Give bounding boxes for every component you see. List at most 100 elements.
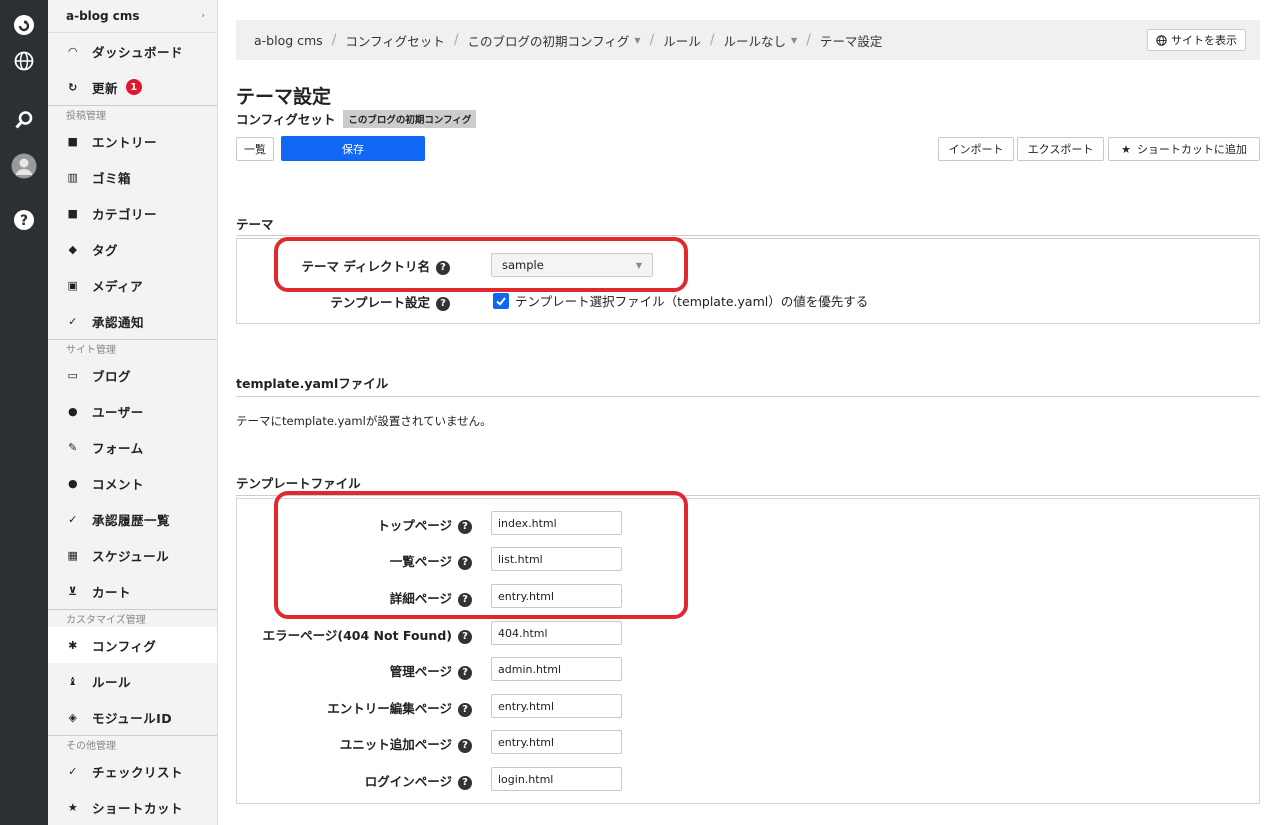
sidebar-item-form[interactable]: ✎ フォーム	[48, 429, 217, 465]
sidebar-item-user[interactable]: ● ユーザー	[48, 393, 217, 429]
template-row-label: ユニット追加ページ?	[236, 734, 472, 753]
list-button[interactable]: 一覧	[236, 137, 274, 161]
sidebar-head-posts: 投稿管理	[48, 105, 217, 123]
add-shortcut-button[interactable]: ★ ショートカットに追加	[1108, 137, 1260, 161]
template-admin-input[interactable]: admin.html	[491, 657, 622, 681]
help-icon[interactable]: ?	[458, 629, 472, 644]
calendar-icon: ▦	[67, 548, 79, 562]
comment-icon: ●	[67, 476, 79, 490]
sidebar-item-entry[interactable]: ■ エントリー	[48, 123, 217, 159]
sidebar-item-config[interactable]: ✱ コンフィグ	[48, 627, 217, 663]
template-row-label: エラーページ(404 Not Found)?	[236, 625, 472, 644]
media-icon: ▣	[67, 278, 79, 292]
help-icon[interactable]: ?	[436, 296, 450, 311]
sidebar-item-comment[interactable]: ● コメント	[48, 465, 217, 501]
yaml-message: テーマにtemplate.yamlが設置されていません。	[236, 414, 492, 428]
avatar-icon[interactable]	[8, 150, 40, 182]
highlight-theme-dir	[274, 237, 688, 292]
dashboard-icon: ◠	[68, 44, 78, 58]
globe-icon[interactable]	[8, 45, 40, 77]
help-icon[interactable]: ?	[458, 738, 472, 753]
save-button[interactable]: 保存	[281, 136, 425, 161]
page-subtitle: コンフィグセット このブログの初期コンフィグ	[236, 109, 477, 128]
refresh-icon: ↻	[68, 80, 78, 94]
sidebar: a-blog cms › ◠ ダッシュボード ↻ 更新 1 投稿管理 ■ エントリー ▥ ゴ…	[48, 0, 218, 825]
sidebar-item-tag[interactable]: ◆ タグ	[48, 231, 217, 267]
import-button[interactable]: インポート	[938, 137, 1014, 161]
help-icon[interactable]: ?	[8, 204, 40, 236]
sidebar-item-module-id[interactable]: ◈ モジュールID	[48, 699, 217, 735]
search-icon[interactable]	[8, 104, 40, 136]
icon-rail: ?	[0, 0, 48, 825]
help-icon[interactable]: ?	[458, 775, 472, 790]
help-icon[interactable]: ?	[458, 702, 472, 717]
breadcrumb-item[interactable]: ルール	[663, 31, 701, 50]
sidebar-item-cart[interactable]: ⊻ カート	[48, 573, 217, 609]
sidebar-item-rule[interactable]: ♝ ルール	[48, 663, 217, 699]
update-badge: 1	[126, 79, 143, 95]
folder-icon: ■	[67, 206, 79, 220]
breadcrumb-item[interactable]: a-blog cms	[254, 33, 323, 48]
template-row-label: エントリー編集ページ?	[236, 698, 472, 717]
check-icon: ✓	[68, 764, 78, 778]
sidebar-item-category[interactable]: ■ カテゴリー	[48, 195, 217, 231]
form-icon: ✎	[68, 440, 78, 454]
breadcrumb-item[interactable]: このブログの初期コンフィグ	[468, 31, 630, 50]
star-icon: ★	[67, 800, 79, 814]
yaml-section-title: template.yamlファイル	[236, 376, 389, 391]
sidebar-head-customize: カスタマイズ管理	[48, 609, 217, 627]
sidebar-item-update[interactable]: ↻ 更新 1	[48, 69, 217, 105]
sidebar-site-name[interactable]: a-blog cms ›	[48, 0, 217, 33]
templates-section-title: テンプレートファイル	[236, 476, 361, 491]
entry-icon: ■	[67, 134, 79, 148]
sidebar-item-schedule[interactable]: ▦ スケジュール	[48, 537, 217, 573]
template-priority-checkbox-row[interactable]: テンプレート選択ファイル（template.yaml）の値を優先する	[493, 291, 868, 310]
check-icon: ✓	[68, 314, 78, 328]
cube-icon: ◈	[68, 710, 78, 724]
breadcrumb: a-blog cms / コンフィグセット / このブログの初期コンフィグ ▼ /…	[236, 20, 1260, 60]
theme-section-title: テーマ	[236, 217, 274, 232]
sidebar-item-checklist[interactable]: ✓ チェックリスト	[48, 753, 217, 789]
breadcrumb-current: テーマ設定	[819, 33, 883, 49]
template-row-label: ログインページ?	[236, 771, 472, 790]
template-setting-label: テンプレート設定?	[236, 292, 450, 311]
sidebar-head-other: その他管理	[48, 735, 217, 753]
sidebar-item-approval[interactable]: ✓ 承認通知	[48, 303, 217, 339]
breadcrumb-item[interactable]: ルールなし	[724, 31, 787, 50]
view-site-button[interactable]: サイトを表示	[1147, 29, 1246, 51]
inbox-icon: ▭	[67, 368, 79, 382]
rule-icon: ♝	[67, 674, 79, 688]
config-tag: このブログの初期コンフィグ	[343, 109, 477, 128]
check-icon: ✓	[68, 512, 78, 526]
breadcrumb-item[interactable]: コンフィグセット	[345, 31, 444, 50]
export-button[interactable]: エクスポート	[1017, 137, 1104, 161]
sidebar-item-trash[interactable]: ▥ ゴミ箱	[48, 159, 217, 195]
gear-icon: ✱	[68, 638, 78, 652]
user-icon: ●	[67, 404, 79, 418]
cart-icon: ⊻	[68, 584, 78, 598]
sidebar-head-site: サイト管理	[48, 339, 217, 357]
page-title: テーマ設定	[236, 86, 332, 108]
caret-down-icon[interactable]: ▼	[791, 36, 797, 45]
globe-icon	[1156, 34, 1167, 46]
template-404-input[interactable]: 404.html	[491, 621, 622, 645]
sidebar-item-dashboard[interactable]: ◠ ダッシュボード	[48, 33, 217, 69]
logo-icon[interactable]	[8, 9, 40, 41]
chevron-right-icon: ›	[201, 11, 205, 21]
star-icon: ★	[1121, 142, 1131, 156]
trash-icon: ▥	[67, 170, 79, 184]
template-unit-add-input[interactable]: entry.html	[491, 730, 622, 754]
caret-down-icon[interactable]: ▼	[634, 36, 640, 45]
sidebar-item-shortcut[interactable]: ★ ショートカット	[48, 789, 217, 825]
template-login-input[interactable]: login.html	[491, 767, 622, 791]
template-row-label: 管理ページ?	[236, 661, 472, 680]
sidebar-item-media[interactable]: ▣ メディア	[48, 267, 217, 303]
tag-icon: ◆	[68, 242, 78, 256]
help-icon[interactable]: ?	[458, 665, 472, 680]
sidebar-item-approval-history[interactable]: ✓ 承認履歴一覧	[48, 501, 217, 537]
checkbox-checked[interactable]	[493, 292, 509, 309]
svg-text:?: ?	[20, 213, 28, 229]
sidebar-item-blog[interactable]: ▭ ブログ	[48, 357, 217, 393]
highlight-template-files	[274, 491, 688, 619]
template-entry-edit-input[interactable]: entry.html	[491, 694, 622, 718]
